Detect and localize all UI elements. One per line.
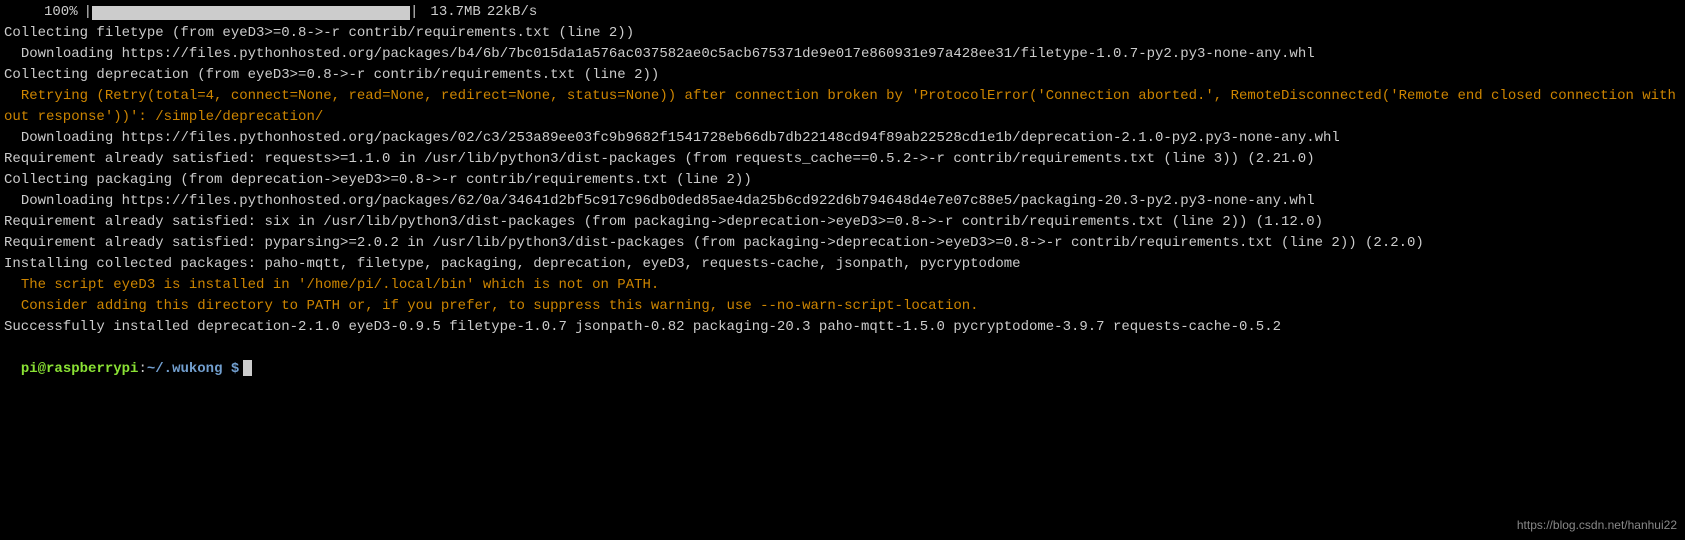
progress-speed: 22kB/s — [487, 2, 537, 23]
prompt-user: pi — [21, 361, 38, 377]
terminal-line: The script eyeD3 is installed in '/home/… — [4, 275, 1681, 296]
terminal-line: Downloading https://files.pythonhosted.o… — [4, 191, 1681, 212]
terminal-line: Requirement already satisfied: requests>… — [4, 149, 1681, 170]
watermark: https://blog.csdn.net/hanhui22 — [1517, 516, 1677, 534]
progress-percent: 100% — [44, 2, 78, 23]
terminal-line: Collecting filetype (from eyeD3>=0.8->-r… — [4, 23, 1681, 44]
terminal-line: Requirement already satisfied: six in /u… — [4, 212, 1681, 233]
prompt-dollar: $ — [222, 361, 239, 377]
progress-bar-left: | — [84, 2, 92, 23]
terminal-output: Collecting filetype (from eyeD3>=0.8->-r… — [4, 23, 1681, 338]
terminal-line: Downloading https://files.pythonhosted.o… — [4, 128, 1681, 149]
terminal-line: Requirement already satisfied: pyparsing… — [4, 233, 1681, 254]
prompt-at: @ — [38, 361, 46, 377]
terminal-line: Collecting packaging (from deprecation->… — [4, 170, 1681, 191]
cursor-icon — [243, 360, 252, 376]
progress-size: 13.7MB — [430, 2, 480, 23]
terminal-line: Consider adding this directory to PATH o… — [4, 296, 1681, 317]
terminal-line: Collecting deprecation (from eyeD3>=0.8-… — [4, 65, 1681, 86]
progress-line: 100% | | 13.7MB 22kB/s — [4, 2, 1681, 23]
terminal-line: Downloading https://files.pythonhosted.o… — [4, 44, 1681, 65]
terminal-line: Retrying (Retry(total=4, connect=None, r… — [4, 86, 1681, 128]
progress-bar: | | — [84, 2, 419, 23]
shell-prompt[interactable]: pi@raspberrypi:~/.wukong $ — [4, 338, 1681, 380]
terminal-line: Installing collected packages: paho-mqtt… — [4, 254, 1681, 275]
prompt-colon: : — [138, 361, 146, 377]
prompt-host: raspberrypi — [46, 361, 138, 377]
progress-bar-right: | — [410, 2, 418, 23]
progress-bar-fill — [92, 6, 410, 20]
terminal-line: Successfully installed deprecation-2.1.0… — [4, 317, 1681, 338]
prompt-path: ~/.wukong — [147, 361, 223, 377]
